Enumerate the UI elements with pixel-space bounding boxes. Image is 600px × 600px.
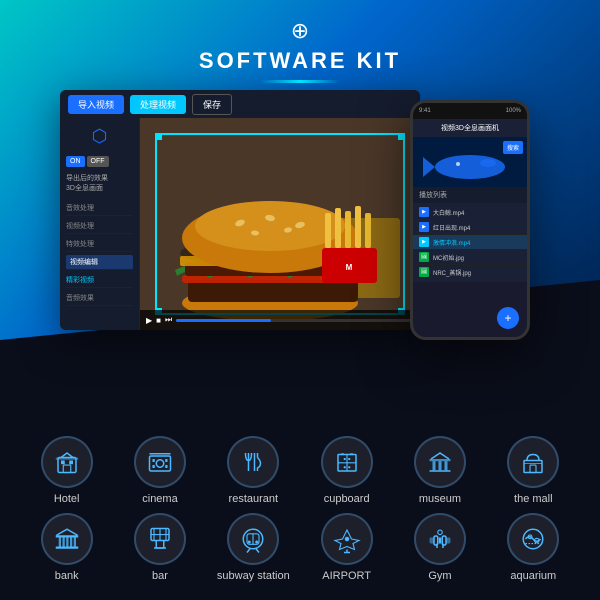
mobile-file-item-1[interactable]: ▶ 红日出现.mp4 xyxy=(413,220,527,235)
logo-icon: ⬡ xyxy=(92,126,108,146)
mobile-playlist-title: 播放列表 xyxy=(413,187,527,203)
icon-subway-station: subway station xyxy=(213,513,293,582)
subway-station-label: subway station xyxy=(217,570,290,582)
aquarium-icon-circle[interactable] xyxy=(507,513,559,565)
desktop-main: M ▶ ■ ⏭ xyxy=(140,118,420,330)
file-name-0: 大白鲸.mp4 xyxy=(433,208,517,217)
toolbar-btn-import[interactable]: 导入视频 xyxy=(68,95,124,114)
file-icon-0: ▶ xyxy=(419,207,429,217)
mobile-file-item-4[interactable]: 🖼 NRC_蒸锅.jpg xyxy=(413,265,527,280)
mall-icon-circle[interactable] xyxy=(507,436,559,488)
icon-the-mall: the mall xyxy=(493,436,573,505)
desktop-sidebar: ⬡ ON OFF 导出后的效果 3D全息画面 音效处理 视频处理 特效处理 视频… xyxy=(60,118,140,330)
cinema-label: cinema xyxy=(142,493,177,505)
play-button[interactable]: ▶ xyxy=(146,316,152,325)
mall-label: the mall xyxy=(514,493,553,505)
museum-icon-circle[interactable] xyxy=(414,436,466,488)
bar-label: bar xyxy=(152,570,168,582)
aquarium-label: aquarium xyxy=(510,570,556,582)
mobile-file-list: ▶ 大白鲸.mp4 ▶ 红日出现.mp4 ▶ 激情冲浪.mp4 🖼 MC初始.j… xyxy=(413,203,527,282)
airport-icon-circle[interactable] xyxy=(321,513,373,565)
bank-label: bank xyxy=(55,570,79,582)
gym-label: Gym xyxy=(428,570,451,582)
cupboard-icon-circle[interactable] xyxy=(321,436,373,488)
icon-bank: bank xyxy=(27,513,107,582)
mobile-file-item-2[interactable]: ▶ 激情冲浪.mp4 xyxy=(413,235,527,250)
stop-button[interactable]: ■ xyxy=(156,316,161,325)
subway-icon-circle[interactable] xyxy=(227,513,279,565)
sidebar-menu-audio2[interactable]: 音频效果 xyxy=(66,291,133,306)
sidebar-file-info: 导出后的效果 3D全息画面 xyxy=(66,174,133,194)
restaurant-label: restaurant xyxy=(229,493,279,505)
mobile-mockup: 9:41 100% 视频3D全息画面机 搜索 播放列表 ▶ 大白鲸.mp4 xyxy=(410,100,530,340)
header-underline xyxy=(260,80,340,83)
file-name-3: MC初始.jpg xyxy=(433,253,517,262)
icon-gym: Gym xyxy=(400,513,480,582)
sidebar-menu-edit[interactable]: 视频编辑 xyxy=(66,255,133,270)
mobile-header: 视频3D全息画面机 xyxy=(413,119,527,137)
bar-icon-circle[interactable] xyxy=(134,513,186,565)
gym-icon-circle[interactable] xyxy=(414,513,466,565)
svg-text:M: M xyxy=(346,263,353,272)
airport-label: AIRPORT xyxy=(322,570,371,582)
cinema-icon-circle[interactable] xyxy=(134,436,186,488)
toggle-off[interactable]: OFF xyxy=(87,156,109,167)
toggle-row: ON OFF xyxy=(66,156,133,167)
file-icon-3: 🖼 xyxy=(419,252,429,262)
sidebar-logo: ⬡ xyxy=(66,126,133,147)
mobile-status-bar: 9:41 100% xyxy=(413,103,527,119)
sidebar-menu-highlight[interactable]: 精彩视频 xyxy=(66,273,133,288)
desktop-body: ⬡ ON OFF 导出后的效果 3D全息画面 音效处理 视频处理 特效处理 视频… xyxy=(60,118,420,330)
file-name-2: 激情冲浪.mp4 xyxy=(433,238,517,247)
icon-bar: bar xyxy=(120,513,200,582)
icons-section: Hotel cinema xyxy=(0,436,600,590)
cupboard-label: cupboard xyxy=(324,493,370,505)
desktop-toolbar: 导入视频 处理视频 保存 xyxy=(60,90,420,118)
page-title: SOFTWARE KIT xyxy=(0,48,600,74)
header: ⊕ SOFTWARE KIT xyxy=(0,18,600,83)
file-name-4: NRC_蒸锅.jpg xyxy=(433,268,517,277)
sidebar-menu-video[interactable]: 视频处理 xyxy=(66,219,133,234)
header-icon: ⊕ xyxy=(0,18,600,44)
mobile-app-title: 视频3D全息画面机 xyxy=(419,123,521,133)
icon-aquarium: aquarium xyxy=(493,513,573,582)
restaurant-icon-circle[interactable] xyxy=(227,436,279,488)
icon-museum: museum xyxy=(400,436,480,505)
mobile-banner: 搜索 xyxy=(413,137,527,187)
icon-airport: AIRPORT xyxy=(307,513,387,582)
sidebar-menu-audio[interactable]: 音效处理 xyxy=(66,201,133,216)
desktop-mockup: 导入视频 处理视频 保存 ⬡ ON OFF 导出后的效果 3D全息画面 音效处理 xyxy=(60,90,420,330)
sidebar-menu-effects[interactable]: 特效处理 xyxy=(66,237,133,252)
bank-icon-circle[interactable] xyxy=(41,513,93,565)
progress-fill xyxy=(176,319,271,322)
toggle-on[interactable]: ON xyxy=(66,156,85,167)
burger-image: M xyxy=(140,118,420,330)
icon-cinema: cinema xyxy=(120,436,200,505)
progress-bar[interactable] xyxy=(176,319,414,322)
icon-restaurant: restaurant xyxy=(213,436,293,505)
desktop-controls: ▶ ■ ⏭ xyxy=(140,310,420,330)
museum-label: museum xyxy=(419,493,461,505)
icons-row-2: bank bar xyxy=(20,513,580,582)
mobile-search-button[interactable]: 搜索 xyxy=(503,141,523,154)
mockup-area: 导入视频 处理视频 保存 ⬡ ON OFF 导出后的效果 3D全息画面 音效处理 xyxy=(60,90,540,370)
toolbar-btn-save[interactable]: 保存 xyxy=(192,94,232,115)
mobile-battery: 100% xyxy=(506,108,521,114)
mobile-file-item-0[interactable]: ▶ 大白鲸.mp4 xyxy=(413,205,527,220)
toolbar-btn-process[interactable]: 处理视频 xyxy=(130,95,186,114)
hotel-label: Hotel xyxy=(54,493,80,505)
icon-cupboard: cupboard xyxy=(307,436,387,505)
file-icon-2: ▶ xyxy=(419,237,429,247)
mobile-fab[interactable]: + xyxy=(497,307,519,329)
icons-row-1: Hotel cinema xyxy=(20,436,580,505)
file-name-1: 红日出现.mp4 xyxy=(433,223,517,232)
skip-button[interactable]: ⏭ xyxy=(165,315,172,325)
file-icon-4: 🖼 xyxy=(419,267,429,277)
hotel-icon-circle[interactable] xyxy=(41,436,93,488)
mobile-file-item-3[interactable]: 🖼 MC初始.jpg xyxy=(413,250,527,265)
file-icon-1: ▶ xyxy=(419,222,429,232)
icon-hotel: Hotel xyxy=(27,436,107,505)
mobile-time: 9:41 xyxy=(419,108,431,114)
